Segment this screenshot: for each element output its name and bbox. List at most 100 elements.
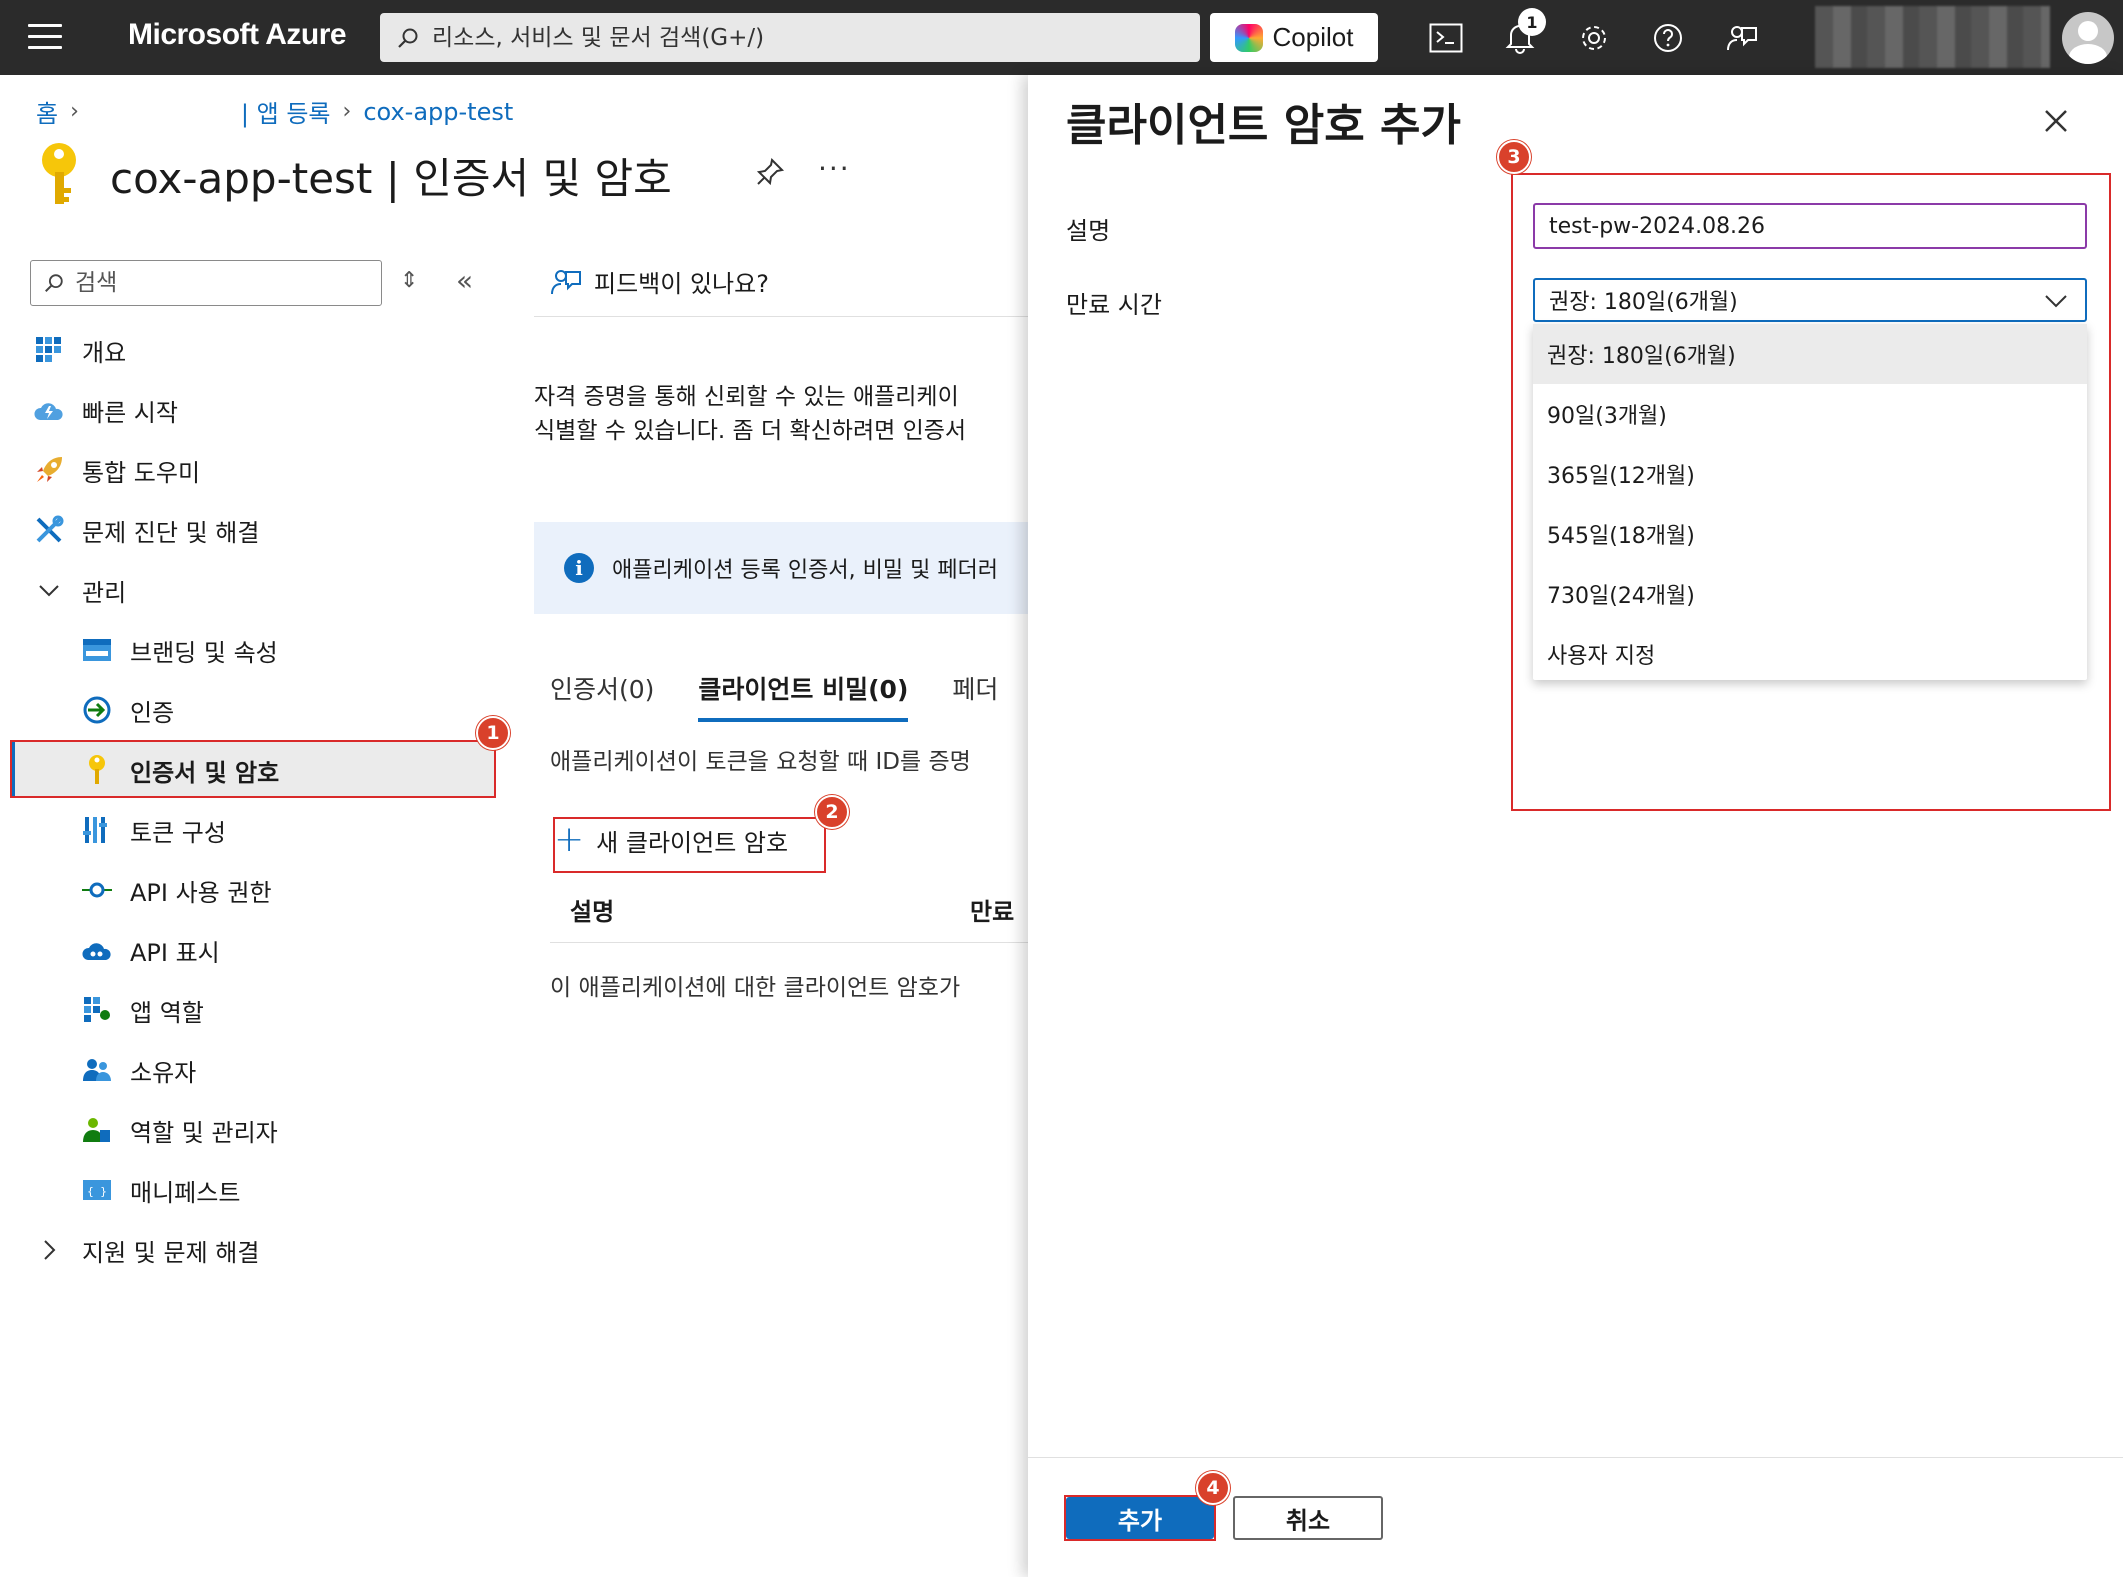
nav-item-label: 통합 도우미 <box>82 458 201 487</box>
nav-item-label: 브랜딩 및 속성 <box>130 638 278 667</box>
svg-text:{ }: { } <box>87 1185 107 1198</box>
nav-item-label: 매니페스트 <box>130 1178 241 1207</box>
empty-table-message: 이 애플리케이션에 대한 클라이언트 암호가 <box>550 975 961 1001</box>
nav-item-label: API 표시 <box>130 938 220 967</box>
highlight-box-form <box>1511 173 2111 811</box>
nav-search-input[interactable] <box>75 270 365 296</box>
nav-item-label: 인증 <box>130 698 175 727</box>
nav-item-label: 앱 역할 <box>130 998 204 1027</box>
rocket-icon <box>34 455 64 485</box>
search-icon <box>398 28 418 48</box>
expiry-label: 만료 시간 <box>1066 291 1162 319</box>
brand-logo[interactable]: Microsoft Azure <box>128 18 347 52</box>
info-icon: i <box>564 553 594 583</box>
breadcrumb-app-registrations[interactable]: | 앱 등록 <box>241 94 331 129</box>
nav-item-label: 지원 및 문제 해결 <box>82 1238 260 1267</box>
manifest-code-icon: { } <box>82 1175 112 1205</box>
column-header-description: 설명 <box>570 898 615 926</box>
nav-group-manage[interactable]: 관리 <box>34 566 126 614</box>
tab-federated[interactable]: 페더 <box>952 670 998 722</box>
nav-item-label: API 사용 권한 <box>130 878 272 907</box>
api-permissions-icon <box>82 875 112 905</box>
key-icon <box>36 140 82 210</box>
user-avatar[interactable] <box>2062 12 2114 64</box>
cancel-button[interactable]: 취소 <box>1233 1496 1383 1540</box>
branding-web-icon <box>82 635 112 665</box>
divider <box>534 316 1028 317</box>
nav-item-app-roles[interactable]: 앱 역할 <box>82 986 204 1034</box>
tab-certificates[interactable]: 인증서(0) <box>550 670 654 722</box>
nav-item-label: 관리 <box>82 578 127 607</box>
step-badge: 1 <box>476 716 510 750</box>
nav-item-overview[interactable]: 개요 <box>34 326 126 374</box>
feedback-icon[interactable] <box>1722 18 1762 58</box>
settings-gear-icon[interactable] <box>1574 18 1614 58</box>
column-header-expires: 만료 <box>970 898 1015 926</box>
roles-admin-icon <box>82 1115 112 1145</box>
nav-item-manifest[interactable]: { } 매니페스트 <box>82 1166 240 1214</box>
footer-divider <box>1028 1457 2123 1458</box>
nav-item-integration-assistant[interactable]: 통합 도우미 <box>34 446 200 494</box>
collapse-nav-icon[interactable]: « <box>456 264 473 297</box>
tab-client-secrets[interactable]: 클라이언트 비밀(0) <box>698 670 909 722</box>
nav-item-label: 문제 진단 및 해결 <box>82 518 260 547</box>
breadcrumb: 홈 › | 앱 등록 › cox-app-test <box>36 94 513 129</box>
main-content: 피드백이 있나요? 자격 증명을 통해 신뢰할 수 있는 애플리케이 식별할 수… <box>534 250 1028 1010</box>
blurred-account-info[interactable] <box>1815 6 2050 68</box>
global-search[interactable] <box>380 13 1200 62</box>
nav-item-label: 토큰 구성 <box>130 818 226 847</box>
help-icon[interactable] <box>1648 18 1688 58</box>
step-badge: 2 <box>815 795 849 829</box>
page-header: cox-app-test | 인증서 및 암호 <box>36 140 672 210</box>
chevron-right-icon: › <box>70 99 79 124</box>
panel-title: 클라이언트 암호 추가 <box>1066 100 1461 151</box>
nav-group-support[interactable]: 지원 및 문제 해결 <box>34 1226 259 1274</box>
add-client-secret-panel: 클라이언트 암호 추가 설명 만료 시간 권장: 180일(6개월) 권장: 1… <box>1028 75 2123 1577</box>
nav-item-owners[interactable]: 소유자 <box>82 1046 196 1094</box>
info-text: 애플리케이션 등록 인증서, 비밀 및 페더러 <box>612 558 999 583</box>
close-icon[interactable] <box>2038 103 2074 139</box>
copilot-button[interactable]: Copilot <box>1210 13 1378 62</box>
description-text: 자격 증명을 통해 신뢰할 수 있는 애플리케이 식별할 수 있습니다. 좀 더… <box>534 380 966 448</box>
description-line: 자격 증명을 통해 신뢰할 수 있는 애플리케이 <box>534 384 959 410</box>
chevron-down-icon <box>34 575 64 605</box>
cloud-lightning-icon <box>34 395 64 425</box>
nav-item-expose-api[interactable]: API 표시 <box>82 926 220 974</box>
chevron-right-icon: › <box>342 99 352 124</box>
notification-count-badge: 1 <box>1518 8 1546 36</box>
feedback-icon <box>551 269 581 294</box>
nav-item-roles-admins[interactable]: 역할 및 관리자 <box>82 1106 278 1154</box>
nav-item-quickstart[interactable]: 빠른 시작 <box>34 386 178 434</box>
nav-item-label: 빠른 시작 <box>82 398 178 427</box>
tab-bar: 인증서(0) 클라이언트 비밀(0) 페더 <box>550 670 998 722</box>
feedback-link[interactable]: 피드백이 있나요? <box>550 264 769 299</box>
nav-item-api-permissions[interactable]: API 사용 권한 <box>82 866 272 914</box>
tools-wrench-icon <box>34 515 64 545</box>
hamburger-menu-icon[interactable] <box>28 24 62 50</box>
nav-item-diagnose-solve[interactable]: 문제 진단 및 해결 <box>34 506 259 554</box>
nav-search[interactable] <box>30 260 382 306</box>
highlight-box-nav <box>10 740 496 798</box>
copilot-label: Copilot <box>1272 22 1354 52</box>
nav-item-token-configuration[interactable]: 토큰 구성 <box>82 806 226 854</box>
global-search-input[interactable] <box>432 24 1172 51</box>
owners-people-icon <box>82 1055 112 1085</box>
sort-updown-icon[interactable]: ⇕ <box>400 268 418 293</box>
nav-item-authentication[interactable]: 인증 <box>82 686 174 734</box>
top-bar: Microsoft Azure Copilot 1 <box>0 0 2123 75</box>
nav-item-branding[interactable]: 브랜딩 및 속성 <box>82 626 278 674</box>
breadcrumb-home[interactable]: 홈 <box>36 94 58 129</box>
pin-icon[interactable] <box>755 157 785 187</box>
app-roles-grid-icon <box>82 995 112 1025</box>
more-options-icon[interactable]: ··· <box>818 152 851 185</box>
cloud-shell-icon[interactable] <box>1426 18 1466 58</box>
description-line: 식별할 수 있습니다. 좀 더 확신하려면 인증서 <box>534 418 967 444</box>
info-banner: i 애플리케이션 등록 인증서, 비밀 및 페더러 <box>534 522 1028 614</box>
highlight-box-add <box>1064 1495 1216 1541</box>
step-badge: 4 <box>1196 1471 1230 1505</box>
breadcrumb-app[interactable]: cox-app-test <box>363 98 513 126</box>
tab-description: 애플리케이션이 토큰을 요청할 때 ID를 증명 <box>550 749 971 775</box>
nav-item-label: 소유자 <box>130 1058 197 1087</box>
step-badge: 3 <box>1497 140 1531 174</box>
expose-api-cloud-icon <box>82 935 112 965</box>
